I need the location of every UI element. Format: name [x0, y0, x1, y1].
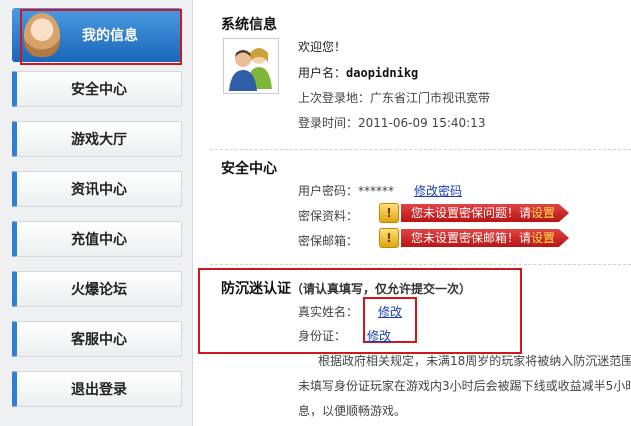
anti-addiction-paragraph-line: 息，以便顺畅游戏。 — [298, 404, 407, 418]
welcome-text: 欢迎您！ — [298, 40, 347, 54]
warning-icon: ! — [379, 228, 399, 248]
warning-icon: ! — [379, 203, 399, 223]
security-center-title: 安全中心 — [221, 161, 277, 177]
id-card-label: 身份证： — [298, 329, 347, 343]
sidebar-item-recharge-center[interactable]: 充值中心 — [12, 221, 182, 257]
sidebar-item-label: 客服中心 — [71, 332, 127, 348]
sidebar-item-label: 游戏大厅 — [71, 132, 127, 148]
anti-addiction-paragraph-line: 根据政府相关规定，未满18周岁的玩家将被纳入防沉迷范围 — [318, 354, 631, 368]
warning-banner: 您未设置密保问题！请设置 — [401, 204, 570, 222]
divider — [210, 149, 631, 150]
security-question-warning: ! 您未设置密保问题！请设置 — [379, 203, 570, 223]
sidebar-item-game-hall[interactable]: 游戏大厅 — [12, 121, 182, 157]
user-avatar-icon — [24, 13, 60, 57]
users-icon — [229, 48, 272, 91]
sidebar-item-label: 退出登录 — [71, 382, 127, 398]
sidebar-item-label: 火爆论坛 — [71, 282, 127, 298]
user-photo — [223, 38, 279, 94]
edit-real-name-link[interactable]: 修改 — [378, 303, 402, 320]
sidebar-item-security-center[interactable]: 安全中心 — [12, 71, 182, 107]
last-login-place: 上次登录地：广东省江门市视讯宽带 — [298, 91, 491, 105]
sidebar-item-logout[interactable]: 退出登录 — [12, 371, 182, 407]
warning-banner: 您未设置密保邮箱！请设置 — [401, 229, 570, 247]
anti-addiction-title: 防沉迷认证（请认真填写，仅允许提交一次） — [221, 278, 471, 298]
edit-id-card-link[interactable]: 修改 — [367, 327, 391, 344]
warning-text: 您未设置密保问题！请 — [411, 206, 532, 220]
sidebar-item-label: 安全中心 — [71, 82, 127, 98]
set-security-question-link[interactable]: 设置 — [531, 206, 555, 220]
warning-text: 您未设置密保邮箱！请 — [411, 231, 532, 245]
security-question-label: 密保资料： — [298, 209, 359, 223]
sidebar-item-forum[interactable]: 火爆论坛 — [12, 271, 182, 307]
set-security-email-link[interactable]: 设置 — [531, 231, 555, 245]
anti-addiction-title-text: 防沉迷认证 — [221, 281, 291, 297]
security-email-warning: ! 您未设置密保邮箱！请设置 — [379, 228, 570, 248]
username-label: 用户名： — [298, 66, 347, 80]
change-password-link[interactable]: 修改密码 — [414, 182, 462, 199]
password-label: 用户密码：****** — [298, 184, 395, 198]
anti-addiction-note: （请认真填写，仅允许提交一次） — [291, 282, 472, 296]
sidebar-item-label: 我的信息 — [82, 28, 138, 44]
login-time: 登录时间：2011-06-09 15:40:13 — [298, 116, 486, 130]
sidebar-item-my-info[interactable]: 我的信息 — [12, 8, 182, 62]
sidebar-item-customer-service[interactable]: 客服中心 — [12, 321, 182, 357]
username-row: 用户名：daopidnikg — [298, 64, 418, 81]
sidebar: 我的信息 安全中心 游戏大厅 资讯中心 充值中心 火爆论坛 客服中心 退出登录 — [0, 0, 193, 426]
anti-addiction-paragraph-line: 未填写身份证玩家在游戏内3小时后会被踢下线或收益减半5小时 — [298, 379, 631, 393]
sidebar-item-news-center[interactable]: 资讯中心 — [12, 171, 182, 207]
system-info-title: 系统信息 — [221, 17, 277, 33]
sidebar-item-label: 资讯中心 — [71, 182, 127, 198]
real-name-label: 真实姓名： — [298, 305, 359, 319]
username-value: daopidnikg — [346, 66, 419, 80]
sidebar-item-label: 充值中心 — [71, 232, 127, 248]
security-email-label: 密保邮箱： — [298, 234, 359, 248]
divider — [210, 264, 631, 265]
